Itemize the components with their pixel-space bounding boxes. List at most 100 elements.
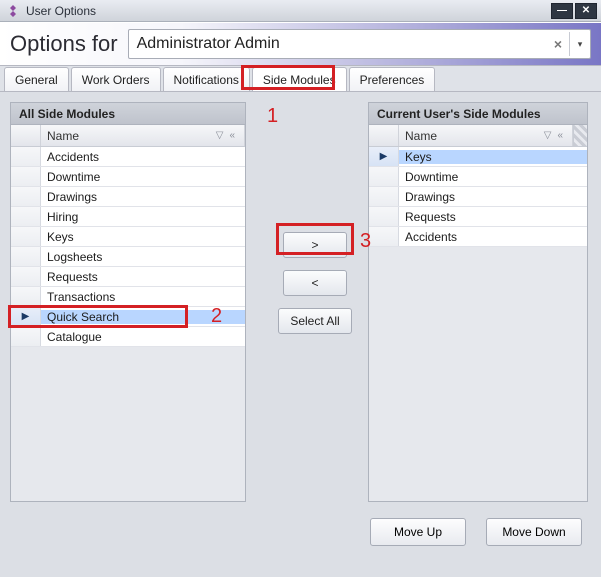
row-handle	[11, 147, 41, 166]
row-handle	[11, 327, 41, 346]
grid-header: Name ▽ «	[11, 125, 245, 147]
panel-heading: Current User's Side Modules	[369, 103, 587, 125]
user-combobox[interactable]: Administrator Admin × ▾	[128, 29, 591, 59]
tab-label: Preferences	[360, 73, 425, 87]
row-handle	[369, 227, 399, 246]
remove-button[interactable]: <	[283, 270, 347, 296]
user-combobox-value: Administrator Admin	[137, 35, 549, 53]
list-item[interactable]: Requests	[11, 267, 245, 287]
list-item[interactable]: Accidents	[11, 147, 245, 167]
window-title: User Options	[26, 4, 549, 18]
column-name[interactable]: Name ▽ «	[399, 125, 573, 146]
row-handle	[11, 227, 41, 246]
row-handle-header	[11, 125, 41, 146]
row-handle	[11, 247, 41, 266]
tab-work-orders[interactable]: Work Orders	[71, 67, 161, 91]
options-for-row: Options for Administrator Admin × ▾	[0, 22, 601, 66]
grid-header: Name ▽ «	[369, 125, 587, 147]
list-item[interactable]: Requests	[369, 207, 587, 227]
list-item[interactable]: Downtime	[11, 167, 245, 187]
select-all-label: Select All	[290, 314, 339, 328]
list-item[interactable]: Drawings	[11, 187, 245, 207]
panel-title: Current User's Side Modules	[377, 107, 541, 121]
tab-general[interactable]: General	[4, 67, 69, 91]
minimize-button[interactable]: —	[551, 3, 573, 19]
row-handle: ▶	[11, 307, 41, 326]
tab-label: Side Modules	[263, 73, 336, 87]
row-handle	[11, 267, 41, 286]
select-all-button[interactable]: Select All	[278, 308, 352, 334]
list-item[interactable]: Drawings	[369, 187, 587, 207]
cell: Catalogue	[41, 330, 245, 344]
row-handle	[369, 187, 399, 206]
list-item[interactable]: ▶Keys	[369, 147, 587, 167]
cell: Requests	[399, 210, 587, 224]
list-item[interactable]: Downtime	[369, 167, 587, 187]
tab-label: Notifications	[174, 73, 239, 87]
cell: Accidents	[41, 150, 245, 164]
remove-button-label: <	[311, 276, 318, 290]
callout-2: 2	[211, 305, 222, 328]
app-icon	[6, 4, 20, 18]
row-handle-header	[369, 125, 399, 146]
column-name[interactable]: Name ▽ «	[41, 125, 245, 146]
add-button[interactable]: >	[283, 232, 347, 258]
add-button-label: >	[311, 238, 318, 252]
row-handle	[11, 187, 41, 206]
row-handle	[11, 287, 41, 306]
tabstrip: General Work Orders Notifications Side M…	[0, 66, 601, 92]
cell: Downtime	[399, 170, 587, 184]
row-handle	[369, 167, 399, 186]
grid-rows: ▶Keys Downtime Drawings Requests Acciden…	[369, 147, 587, 247]
clear-icon[interactable]: ×	[549, 36, 567, 52]
tab-preferences[interactable]: Preferences	[349, 67, 436, 91]
move-up-button[interactable]: Move Up	[370, 518, 466, 546]
all-side-modules-panel: All Side Modules Name ▽ « Accidents Down…	[10, 102, 246, 502]
list-item[interactable]: Keys	[11, 227, 245, 247]
tab-label: Work Orders	[82, 73, 150, 87]
cell: Drawings	[41, 190, 245, 204]
cell: Drawings	[399, 190, 587, 204]
titlebar: User Options — ✕	[0, 0, 601, 22]
chevron-down-icon[interactable]: ▾	[572, 39, 588, 50]
cell: Keys	[399, 150, 587, 164]
column-resizer[interactable]	[573, 125, 587, 146]
move-down-button[interactable]: Move Down	[486, 518, 582, 546]
cell: Logsheets	[41, 250, 245, 264]
options-for-label: Options for	[10, 31, 118, 57]
list-item[interactable]: ▶Quick Search	[11, 307, 245, 327]
filter-icon[interactable]: ▽	[213, 130, 227, 141]
combobox-separator	[569, 32, 570, 56]
row-handle	[369, 207, 399, 226]
collapse-icon[interactable]: «	[226, 130, 238, 141]
tab-notifications[interactable]: Notifications	[163, 67, 250, 91]
move-up-label: Move Up	[394, 525, 442, 539]
tab-label: General	[15, 73, 58, 87]
collapse-icon[interactable]: «	[554, 130, 566, 141]
list-item[interactable]: Accidents	[369, 227, 587, 247]
move-down-label: Move Down	[502, 525, 565, 539]
grid-rows: Accidents Downtime Drawings Hiring Keys …	[11, 147, 245, 347]
current-user-modules-panel: Current User's Side Modules Name ▽ « ▶Ke…	[368, 102, 588, 502]
row-handle	[11, 167, 41, 186]
column-label: Name	[405, 129, 541, 143]
cell: Accidents	[399, 230, 587, 244]
cell: Keys	[41, 230, 245, 244]
callout-3: 3	[360, 230, 371, 253]
cell: Requests	[41, 270, 245, 284]
row-handle	[11, 207, 41, 226]
filter-icon[interactable]: ▽	[541, 130, 555, 141]
list-item[interactable]: Transactions	[11, 287, 245, 307]
cell: Hiring	[41, 210, 245, 224]
client-area: All Side Modules Name ▽ « Accidents Down…	[0, 92, 601, 577]
callout-1: 1	[267, 105, 278, 128]
list-item[interactable]: Hiring	[11, 207, 245, 227]
close-button[interactable]: ✕	[575, 3, 597, 19]
panel-title: All Side Modules	[19, 107, 115, 121]
tab-side-modules[interactable]: Side Modules	[252, 67, 347, 91]
list-item[interactable]: Logsheets	[11, 247, 245, 267]
list-item[interactable]: Catalogue	[11, 327, 245, 347]
column-label: Name	[47, 129, 213, 143]
cell: Transactions	[41, 290, 245, 304]
cell: Downtime	[41, 170, 245, 184]
